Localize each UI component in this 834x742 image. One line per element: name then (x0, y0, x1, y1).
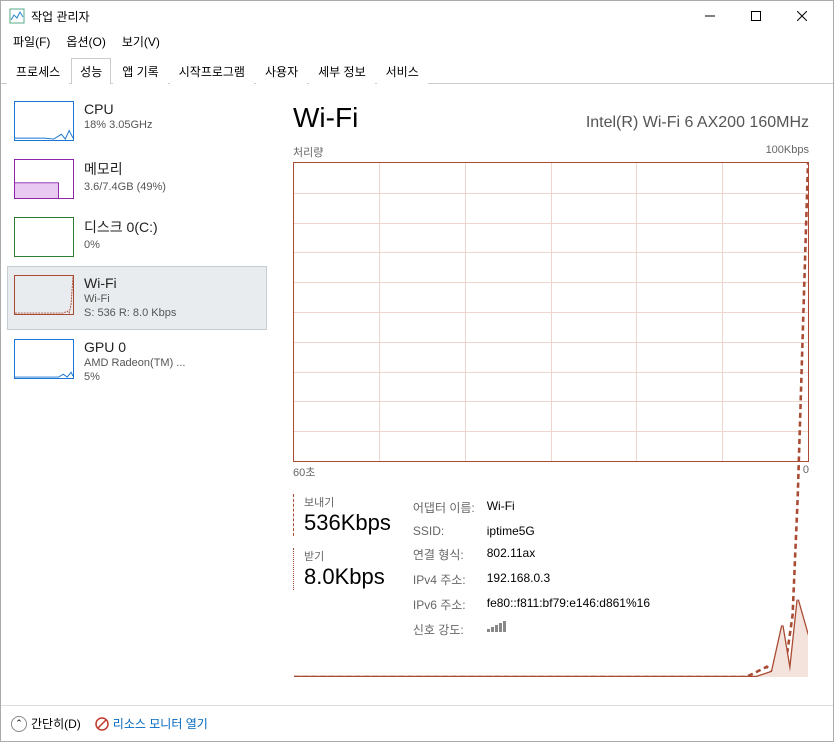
wifi-sub2: S: 536 R: 8.0 Kbps (84, 306, 176, 320)
sidebar: CPU18% 3.05GHz 메모리3.6/7.4GB (49%) 디스크 0(… (1, 84, 273, 724)
tab-services[interactable]: 서비스 (377, 58, 428, 84)
menu-options[interactable]: 옵션(O) (60, 31, 111, 52)
tab-app-history[interactable]: 앱 기록 (113, 58, 167, 84)
cpu-sub: 18% 3.05GHz (84, 118, 152, 132)
page-title: Wi-Fi (293, 102, 358, 134)
chevron-up-icon: ⌃ (11, 716, 27, 732)
tab-performance[interactable]: 성능 (71, 58, 111, 84)
minimize-button[interactable] (687, 1, 733, 31)
disk-title: 디스크 0(C:) (84, 217, 158, 237)
disk-sub: 0% (84, 238, 158, 252)
resource-monitor-label: 리소스 모니터 열기 (113, 715, 208, 732)
gpu-sub2: 5% (84, 370, 185, 384)
disk-thumb (14, 217, 74, 257)
tab-details[interactable]: 세부 정보 (309, 58, 375, 84)
menu-file[interactable]: 파일(F) (7, 31, 56, 52)
memory-thumb (14, 159, 74, 199)
window-title: 작업 관리자 (31, 8, 687, 25)
memory-sub: 3.6/7.4GB (49%) (84, 180, 166, 194)
memory-title: 메모리 (84, 159, 166, 179)
wifi-thumb (14, 275, 74, 315)
throughput-graph (293, 162, 809, 462)
adapter-model: Intel(R) Wi-Fi 6 AX200 160MHz (586, 114, 809, 132)
tab-processes[interactable]: 프로세스 (7, 58, 69, 84)
app-icon (9, 8, 25, 24)
tab-startup[interactable]: 시작프로그램 (170, 58, 254, 84)
gpu-title: GPU 0 (84, 339, 185, 355)
sidebar-item-disk[interactable]: 디스크 0(C:)0% (7, 208, 267, 266)
fewer-details-label: 간단히(D) (31, 715, 81, 732)
main-header: Wi-Fi Intel(R) Wi-Fi 6 AX200 160MHz (293, 102, 809, 134)
maximize-button[interactable] (733, 1, 779, 31)
close-button[interactable] (779, 1, 825, 31)
sidebar-item-gpu[interactable]: GPU 0AMD Radeon(TM) ...5% (7, 330, 267, 394)
wifi-title: Wi-Fi (84, 275, 176, 291)
tabbar: 프로세스 성능 앱 기록 시작프로그램 사용자 세부 정보 서비스 (1, 51, 833, 84)
cpu-title: CPU (84, 101, 152, 117)
menu-view[interactable]: 보기(V) (116, 31, 166, 52)
graph-data (294, 163, 808, 677)
wifi-sub1: Wi-Fi (84, 292, 176, 306)
tab-users[interactable]: 사용자 (256, 58, 307, 84)
main-panel: Wi-Fi Intel(R) Wi-Fi 6 AX200 160MHz 처리량 … (273, 84, 833, 724)
graph-label-throughput: 처리량 (293, 144, 323, 160)
fewer-details-button[interactable]: ⌃ 간단히(D) (11, 715, 81, 732)
menubar: 파일(F) 옵션(O) 보기(V) (1, 31, 833, 51)
graph-label-scale: 100Kbps (766, 144, 809, 160)
resource-monitor-icon (95, 717, 109, 731)
gpu-thumb (14, 339, 74, 379)
window-controls (687, 1, 825, 31)
sidebar-item-memory[interactable]: 메모리3.6/7.4GB (49%) (7, 150, 267, 208)
gpu-sub1: AMD Radeon(TM) ... (84, 356, 185, 370)
titlebar: 작업 관리자 (1, 1, 833, 31)
footer: ⌃ 간단히(D) 리소스 모니터 열기 (1, 705, 833, 741)
graph-top-labels: 처리량 100Kbps (293, 144, 809, 160)
sidebar-item-wifi[interactable]: Wi-FiWi-FiS: 536 R: 8.0 Kbps (7, 266, 267, 330)
content: CPU18% 3.05GHz 메모리3.6/7.4GB (49%) 디스크 0(… (1, 84, 833, 724)
cpu-thumb (14, 101, 74, 141)
sidebar-item-cpu[interactable]: CPU18% 3.05GHz (7, 92, 267, 150)
resource-monitor-button[interactable]: 리소스 모니터 열기 (95, 715, 208, 732)
